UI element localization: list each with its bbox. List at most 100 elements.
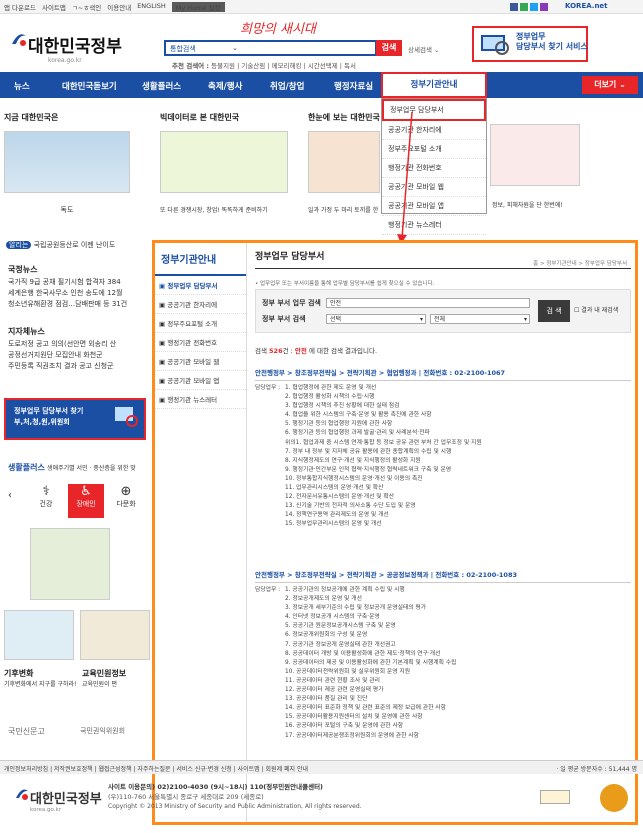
social-icons	[510, 3, 548, 11]
logo-text: 대한민국정부	[28, 37, 122, 57]
gov-news-title: 국정뉴스	[8, 265, 38, 274]
dept-path[interactable]: 안전행정부 > 창조정부전략실 > 전략기획관 > 공공정보정책과 | 전화번호…	[255, 569, 631, 583]
edu-text: 교육민원이 편	[82, 681, 118, 688]
life-icon-health[interactable]: ⚕ 건강	[28, 484, 64, 518]
dept-path[interactable]: 안전행정부 > 창조정부전략실 > 전략기획관 > 협업행정과 | 전화번호 :…	[255, 367, 631, 381]
sidebar-item-agencies[interactable]: ▣ 공공기관 한자리에	[155, 295, 246, 314]
dept-finder-service-box[interactable]: 정부업무 담당부서 찾기 서비스	[472, 26, 588, 62]
glance-image[interactable]	[308, 131, 380, 193]
duty-label: 담당업무 :	[255, 587, 281, 593]
bigdata-image[interactable]	[160, 131, 288, 193]
sidebar-item-duty[interactable]: ▣ 정부업무 담당부서	[155, 276, 246, 295]
life-plus-title: 생활플러스	[8, 463, 45, 472]
dept-select-1[interactable]: 선택 ▾	[326, 314, 426, 324]
more-button[interactable]: 더보기 ⌄	[582, 76, 638, 94]
result-count: 526	[269, 347, 283, 355]
sidebar-item-phone[interactable]: ▣ 행정기관 전화번호	[155, 333, 246, 352]
duty-item: 2. 협업행정 활성화 시책의 수립·시행	[285, 394, 375, 401]
duty-item: 13. 공공데이터 품질 관리 및 진단	[285, 696, 368, 703]
caption: 독도	[60, 206, 74, 214]
sidebar-item-mobile-web[interactable]: ▣ 공공기관 모바일 웹	[155, 352, 246, 371]
certification-seal-icon	[600, 784, 628, 812]
guide-link[interactable]: 이용안내	[107, 2, 131, 12]
twitter-icon[interactable]	[530, 3, 538, 11]
search-scope[interactable]: 통합검색	[170, 45, 196, 53]
welfare-image[interactable]	[30, 528, 110, 600]
news-item[interactable]: 공정선거지원단 모집안내 화천군	[8, 350, 152, 361]
monitor-search-icon	[481, 35, 509, 55]
news-item[interactable]: 청소년유해환경 점검…담배판매 등 31건	[8, 299, 152, 310]
sidebar-item-newsletter[interactable]: ▣ 행정기관 뉴스레터	[155, 390, 246, 409]
duty-item: 8. 공공데이터 개방 및 이용활성화에 관한 제도·정책의 연구·개선	[285, 650, 441, 657]
news-item[interactable]: 세계은행 한국사무소 인천 송도에 12월	[8, 288, 152, 299]
utility-links: 앱 다운로드 사이트맵 ㄱ~ㅎ색인 이용안내 ENGLISH My Home 설…	[4, 2, 225, 12]
caption-4: 정보, 피해자원을 단 한번에!	[492, 202, 563, 209]
section-title: 한눈에 보는 대한민국	[308, 113, 380, 122]
sinmungo-logo[interactable]: 국민신문고	[8, 726, 45, 737]
in-result-checkbox[interactable]: ☐ 결과 내 재검색	[574, 305, 618, 314]
nav-admin-data[interactable]: 행정자료실	[334, 80, 373, 92]
nav-jobs[interactable]: 취업/창업	[270, 80, 304, 92]
recommended-list[interactable]: 등불지원 | 기술산림 | 메모리해킹 | 시간선택제 | 독서	[211, 62, 356, 70]
duty-list: 1. 협업행정에 관한 제도 운영 및 개선 2. 협업행정 활성화 시책의 수립…	[285, 384, 482, 530]
climate-title[interactable]: 기후변화	[4, 668, 78, 679]
nav-festival[interactable]: 축제/행사	[208, 80, 242, 92]
section-title: 빅데이터로 본 대한민국	[160, 113, 240, 122]
story-icon[interactable]	[540, 3, 548, 11]
duty-item: 17. 공공데이터제공분쟁조정위원회의 운영에 관한 사항	[285, 732, 419, 739]
nav-news[interactable]: 뉴스	[14, 80, 30, 92]
dokdo-image[interactable]	[4, 131, 130, 193]
detail-search-link[interactable]: 상세검색 ⌄	[408, 44, 439, 54]
life-icon-disabled[interactable]: ♿ 장애인	[68, 484, 104, 518]
footer-link-list[interactable]: 개인정보처리방침 | 저작권보호정책 | 웹접근성정책 | 자주하는질문 | 서…	[4, 766, 308, 773]
duty-item: 15. 공공데이터활용지원센터의 설치 및 운영에 관한 사항	[285, 714, 423, 721]
service-line-2: 담당부서 찾기 서비스	[516, 42, 588, 51]
notice-text[interactable]: 국립공원등산로 이젠 난이도	[34, 241, 116, 249]
result-keyword: 안전	[294, 347, 307, 355]
edu-title[interactable]: 교육민원정보	[82, 668, 152, 679]
climate-image[interactable]	[4, 610, 74, 660]
notice-tag: 알리는	[6, 241, 32, 249]
dept-finder-banner[interactable]: 정부업무 담당부서 찾기 부,처,청,원,위원회	[4, 398, 146, 440]
slogan-image: 희망의 새시대	[240, 22, 316, 37]
ambulance-image[interactable]	[490, 124, 580, 186]
facebook-icon[interactable]	[510, 3, 518, 11]
duty-item: 9. 행정기관·민간부문 인적 협력·지식행정 협력네트워크 구축 및 운영	[285, 466, 452, 473]
nav-korea-lens[interactable]: 대한민국돋보기	[62, 80, 117, 92]
dept-select-2[interactable]: 전체 ▾	[430, 314, 530, 324]
duty-item: 14. 정책연구용역 관리제도의 운영 및 개선	[285, 512, 389, 519]
index-link[interactable]: ㄱ~ㅎ색인	[72, 2, 101, 12]
edu-image[interactable]	[80, 610, 150, 660]
notice-strip[interactable]: 알리는 국립공원등산로 이젠 난이도	[6, 240, 115, 250]
search-input[interactable]: 통합검색 ⌄	[164, 40, 377, 56]
sidebar-title: 정부기관안내	[155, 243, 246, 276]
sidebar-item-mobile-app[interactable]: ▣ 공공기관 모바일 앱	[155, 371, 246, 390]
nav-gov-agency[interactable]: 정부기관안내	[381, 72, 487, 98]
duty-item: 11. 공공데이터 관련 현황 조사 및 관리	[285, 677, 380, 684]
sitemap-link[interactable]: 사이트맵	[42, 2, 66, 12]
duty-item: 14. 공공데이터 표준화 정책 및 관련 표준의 제정 보급에 관한 사항	[285, 705, 446, 712]
news-item[interactable]: 도로저정 공고 의의(선안면 외송리 산	[8, 339, 152, 350]
my-home-button[interactable]: My Home 설정	[171, 2, 225, 12]
chevron-left-icon[interactable]: ‹	[8, 490, 12, 501]
acrc-logo[interactable]: 국민권익위원회	[80, 726, 125, 736]
chevron-down-icon[interactable]: ⌄	[232, 44, 238, 52]
local-news: 지자체뉴스 도로저정 공고 의의(선안면 외송리 산 공정선거지원단 모집안내 …	[8, 326, 152, 372]
search-button[interactable]: 검색	[376, 40, 402, 56]
news-item[interactable]: 국가직 9급 공채 필기시험 합격자 384	[8, 277, 152, 288]
site-logo[interactable]: 대한민국정부 korea.go.kr	[28, 32, 122, 64]
main-nav: 뉴스 대한민국돋보기 생활플러스 축제/행사 취업/창업 행정자료실	[0, 72, 643, 98]
nav-life-plus[interactable]: 생활플러스	[142, 80, 181, 92]
duty-search-input[interactable]: 안전	[326, 298, 530, 308]
popup-search-button[interactable]: 검 색	[538, 300, 570, 322]
blog-icon[interactable]	[520, 3, 528, 11]
life-icon-multicultural[interactable]: ⊕ 다문화	[108, 484, 144, 518]
english-link[interactable]: ENGLISH	[137, 2, 166, 12]
footer-address: (우)110-760 서울특별시 종로구 세종대로 209 (세종로)	[108, 793, 264, 801]
news-item[interactable]: 주민등록 직권조치 결과 공고 신청군	[8, 361, 152, 372]
gov-news: 국정뉴스 국가직 9급 공채 필기시험 합격자 384 세계은행 한국사무소 인…	[8, 264, 152, 310]
korea-net-link[interactable]: KOREA.net	[565, 2, 608, 10]
app-download-link[interactable]: 앱 다운로드	[4, 2, 36, 12]
sidebar-item-portals[interactable]: ▣ 정부주요포털 소개	[155, 314, 246, 333]
edu-card: 교육민원정보 교육민원이 편	[82, 668, 152, 688]
